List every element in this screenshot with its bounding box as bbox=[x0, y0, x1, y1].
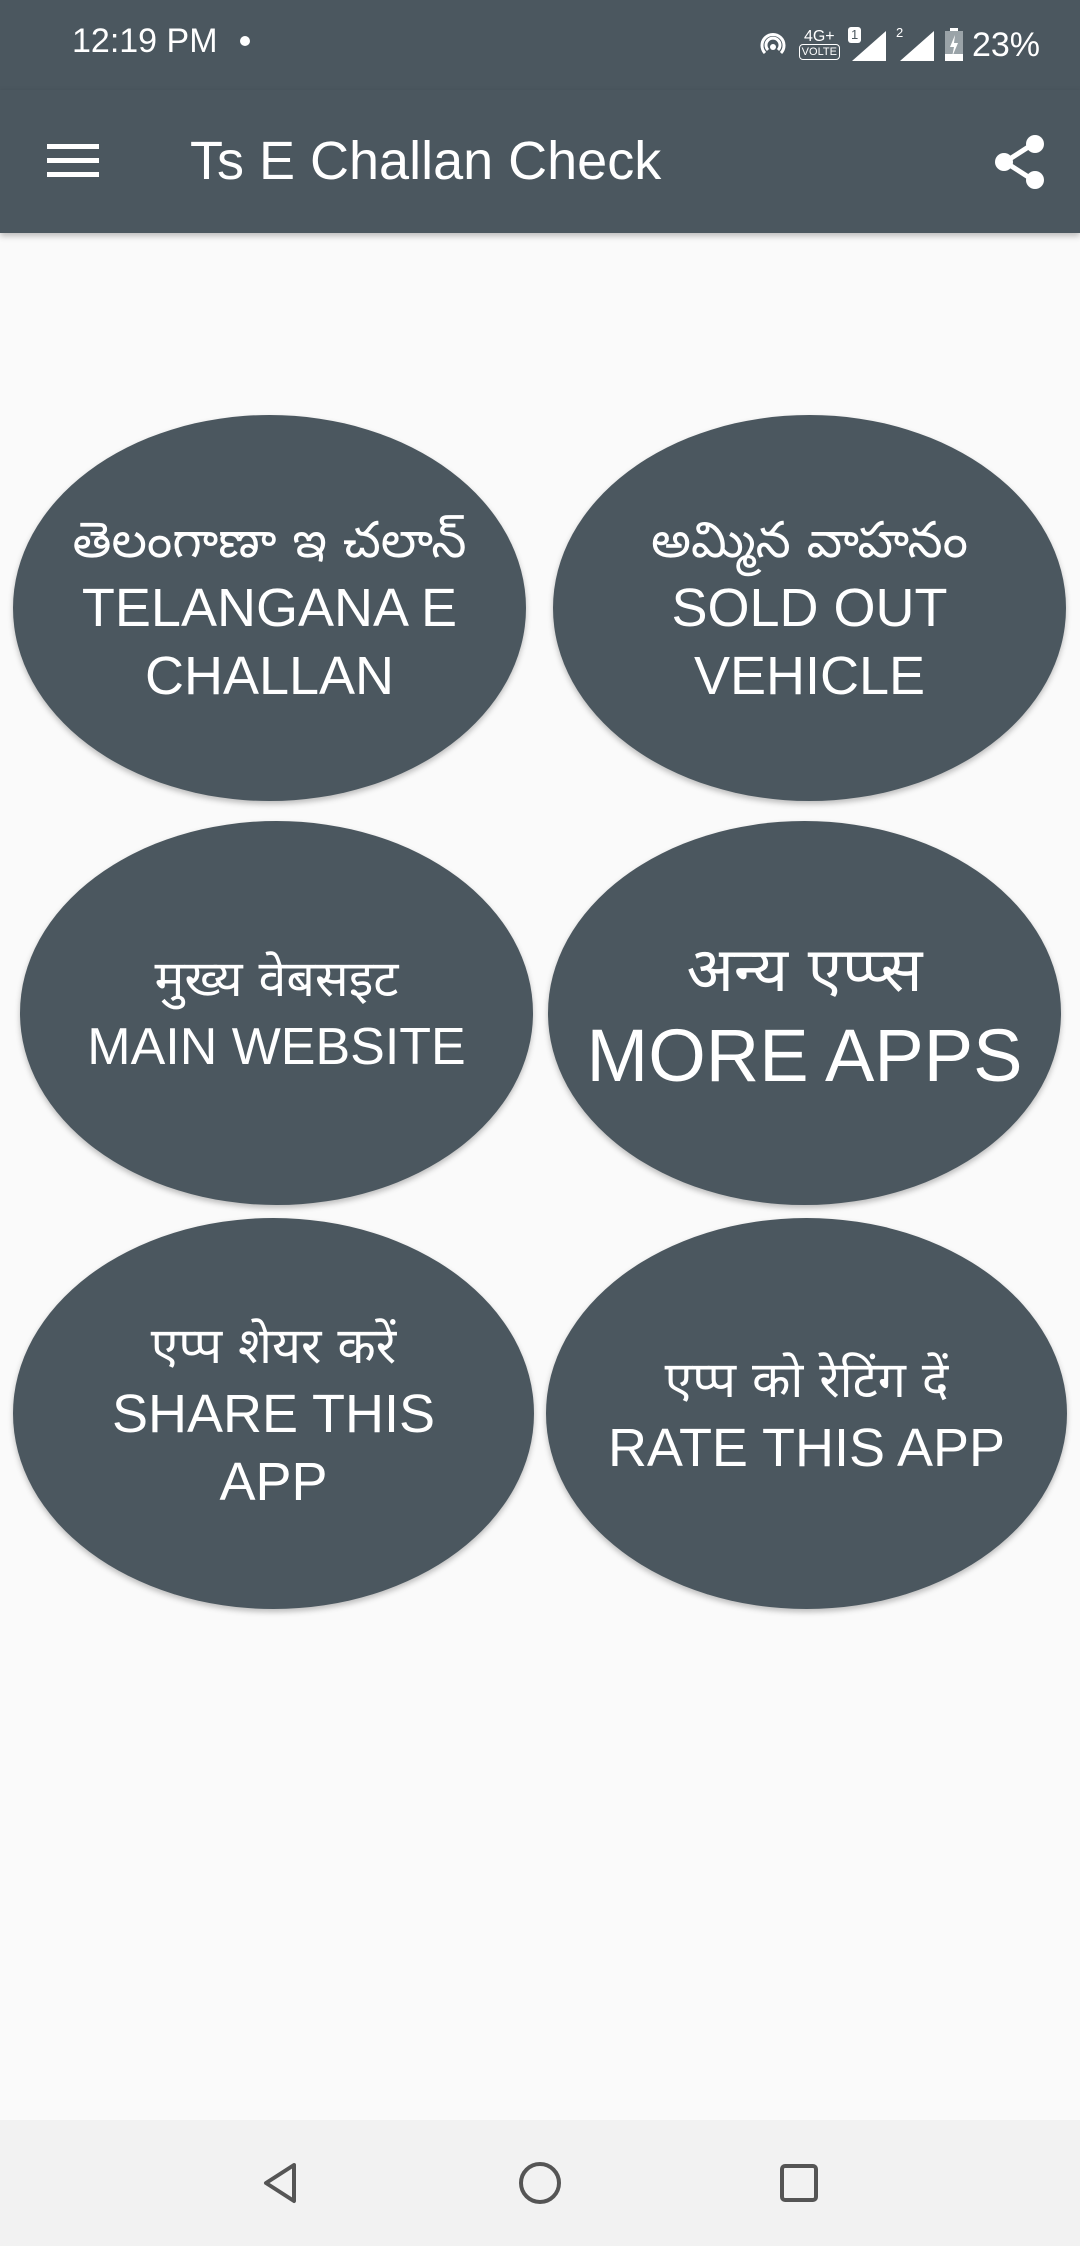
notification-dot-icon bbox=[240, 36, 250, 46]
button-label-telugu: అమ్మిన వాహనం bbox=[650, 511, 969, 569]
button-label: MORE APPS bbox=[586, 1014, 1023, 1097]
signal-sim2: 2 bbox=[895, 25, 936, 63]
button-label: SOLD OUT bbox=[671, 578, 948, 638]
button-label-hindi: अन्य एप्प्स bbox=[686, 933, 923, 1006]
main-website-button[interactable]: मुख्य वेबसइट MAIN WEBSITE bbox=[20, 821, 533, 1205]
button-label: VEHICLE bbox=[693, 646, 926, 706]
network-type-badge: 4G+ VOLTE bbox=[798, 28, 840, 60]
share-this-app-button[interactable]: एप्प शेयर करें SHARE THIS APP bbox=[13, 1218, 534, 1609]
home-circle-icon bbox=[519, 2162, 561, 2204]
menu-button[interactable] bbox=[28, 125, 118, 197]
telangana-e-challan-button[interactable]: తెలంగాణా ఇ చలాన్ TELANGANA E CHALLAN bbox=[13, 415, 526, 801]
volte-label: VOLTE bbox=[798, 44, 840, 60]
network-type: 4G+ bbox=[803, 28, 835, 45]
signal-sim1: 1 bbox=[847, 27, 888, 63]
button-label: APP bbox=[219, 1451, 328, 1512]
app-title: Ts E Challan Check bbox=[190, 131, 662, 191]
button-label-telugu: తెలంగాణా ఇ చలాన్ bbox=[72, 511, 467, 569]
button-label-hindi: एप्प शेयर करें bbox=[150, 1316, 397, 1375]
hamburger-menu-icon bbox=[47, 144, 99, 177]
app-bar: Ts E Challan Check bbox=[0, 90, 1080, 233]
status-icons: 4G+ VOLTE 1 2 23% bbox=[755, 20, 1040, 70]
status-time: 12:19 PM bbox=[72, 22, 218, 60]
button-label: RATE THIS APP bbox=[607, 1417, 1006, 1478]
button-label: CHALLAN bbox=[144, 646, 395, 706]
share-icon bbox=[995, 135, 1044, 189]
sold-out-vehicle-button[interactable]: అమ్మిన వాహనం SOLD OUT VEHICLE bbox=[553, 415, 1066, 801]
back-triangle-icon bbox=[264, 2163, 296, 2203]
recents-button[interactable] bbox=[754, 2148, 844, 2218]
home-button[interactable] bbox=[495, 2148, 585, 2218]
navigation-bar bbox=[0, 2120, 1080, 2246]
sim1-badge: 1 bbox=[847, 27, 862, 43]
battery-percent: 23% bbox=[971, 25, 1040, 64]
more-apps-button[interactable]: अन्य एप्प्स MORE APPS bbox=[548, 821, 1061, 1205]
back-button[interactable] bbox=[235, 2148, 325, 2218]
button-label-hindi: एप्प को रेटिंग दें bbox=[664, 1350, 949, 1409]
battery-charging-icon bbox=[944, 28, 963, 61]
button-label: MAIN WEBSITE bbox=[87, 1018, 466, 1076]
hotspot-icon bbox=[760, 33, 786, 55]
button-label: TELANGANA E bbox=[81, 578, 458, 638]
recents-square-icon bbox=[780, 2164, 818, 2202]
rate-this-app-button[interactable]: एप्प को रेटिंग दें RATE THIS APP bbox=[546, 1218, 1067, 1609]
sim2-badge: 2 bbox=[895, 25, 904, 40]
button-label: SHARE THIS bbox=[111, 1383, 436, 1444]
share-button[interactable] bbox=[980, 122, 1060, 202]
status-bar: 12:19 PM 4G+ VOLTE 1 2 23% bbox=[0, 0, 1080, 90]
button-label-hindi: मुख्य वेबसइट bbox=[154, 950, 399, 1008]
